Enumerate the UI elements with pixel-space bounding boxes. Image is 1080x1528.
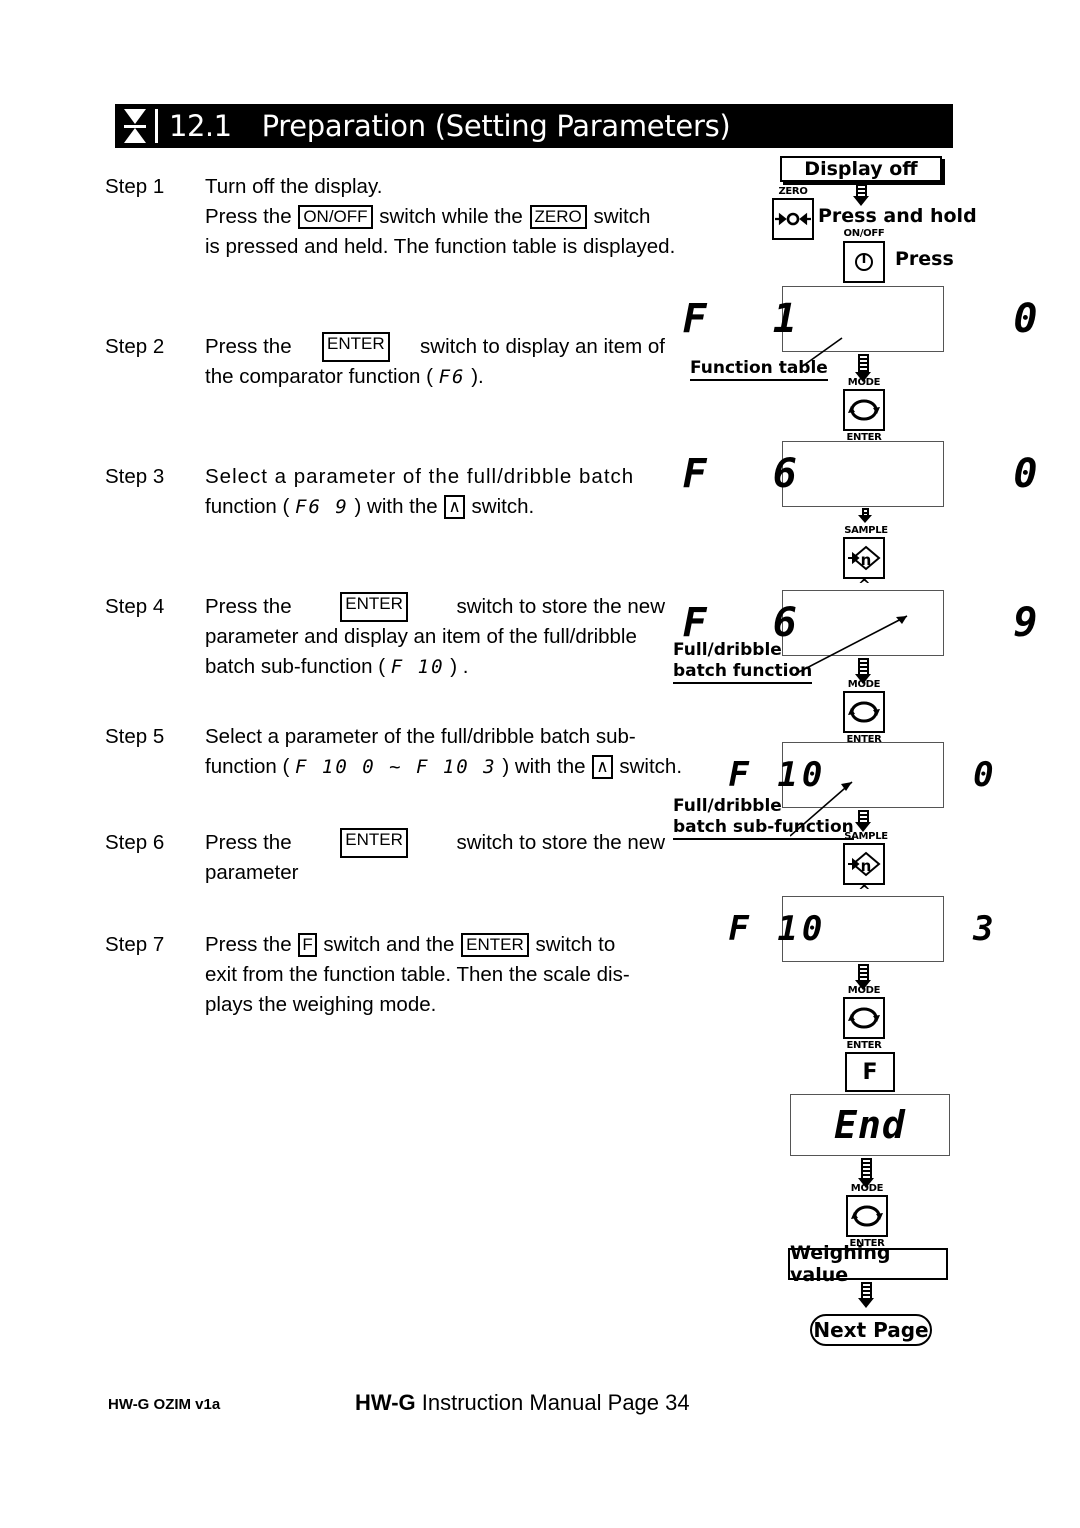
zero-target-icon	[775, 212, 811, 226]
next-page-button[interactable]: Next Page	[810, 1314, 932, 1346]
press-label: Press	[895, 248, 954, 270]
cycle-arrows-icon	[848, 1007, 880, 1029]
mode-enter-key[interactable]	[843, 389, 885, 431]
callout-label-line1: Full/dribble	[673, 796, 782, 816]
operation-flowchart: Display off ZERO Press and hold ON/OFF P…	[0, 0, 1080, 1528]
flow-box-weighing-value: Weighing value	[788, 1242, 948, 1286]
mode-enter-key[interactable]	[843, 691, 885, 733]
footer-doc-id: HW-G OZIM v1a	[108, 1396, 221, 1413]
flow-box-display-off: Display off	[780, 156, 942, 182]
lcd-text: End	[834, 1103, 906, 1147]
callout-full-dribble-batch-function: Full/dribble batch function	[673, 640, 813, 684]
flow-caret-up: ^	[858, 576, 871, 594]
lcd-text: F 10 3	[728, 909, 998, 949]
mode-key-caption: MODE	[847, 679, 881, 690]
leader-line-function-table	[800, 337, 843, 369]
flow-box-label: Weighing value	[790, 1242, 891, 1286]
mode-key-caption: MODE	[850, 1183, 884, 1194]
flow-arrow-down	[858, 1282, 874, 1308]
lcd-text: F 6 0	[682, 451, 1044, 497]
sample-key-caption: SAMPLE	[844, 525, 888, 536]
footer-page-info: HW-G Instruction Manual Page 34	[355, 1390, 690, 1416]
power-icon	[855, 253, 873, 271]
press-and-hold-label: Press and hold	[818, 205, 977, 227]
sample-key-caption: SAMPLE	[844, 831, 888, 842]
sample-diamond-icon: n	[848, 851, 881, 877]
cycle-arrows-icon	[848, 701, 880, 723]
sample-key[interactable]: n	[843, 537, 885, 579]
sample-key[interactable]: n	[843, 843, 885, 885]
flow-caret-up: ^	[858, 882, 871, 900]
mode-key-caption: MODE	[847, 985, 881, 996]
svg-text:n: n	[861, 551, 872, 569]
mode-enter-key[interactable]	[846, 1195, 888, 1237]
mode-key-caption: MODE	[847, 377, 881, 388]
mode-enter-key[interactable]	[843, 997, 885, 1039]
lcd-display-end: End	[790, 1094, 950, 1156]
cycle-arrows-icon	[851, 1205, 883, 1227]
footer-page-text: Instruction Manual Page 34	[415, 1390, 690, 1415]
cycle-arrows-icon	[848, 399, 880, 421]
onoff-key-caption: ON/OFF	[843, 228, 885, 239]
zero-key[interactable]	[772, 198, 814, 240]
f-key-label: F	[862, 1059, 878, 1085]
footer-model: HW-G	[355, 1390, 416, 1415]
flow-arrow-down	[855, 810, 871, 832]
flow-box-label: Display off	[804, 158, 918, 180]
onoff-key[interactable]	[843, 241, 885, 283]
flow-arrow-down	[857, 508, 873, 523]
callout-label-line1: Full/dribble	[673, 640, 782, 660]
lcd-text: F 1 0	[682, 296, 1044, 342]
lcd-display-f6-0: F 6 0	[683, 441, 1038, 507]
zero-key-caption: ZERO	[778, 186, 808, 197]
svg-text:n: n	[861, 857, 872, 875]
lcd-display-f10-3: F 10 3	[728, 896, 994, 962]
flow-arrow-down	[853, 184, 869, 206]
next-page-label: Next Page	[813, 1318, 929, 1342]
enter-key-caption: ENTER	[846, 1040, 882, 1051]
f-key[interactable]: F	[845, 1052, 895, 1092]
sample-diamond-icon: n	[848, 545, 881, 571]
callout-label-line2: batch function	[673, 661, 813, 684]
